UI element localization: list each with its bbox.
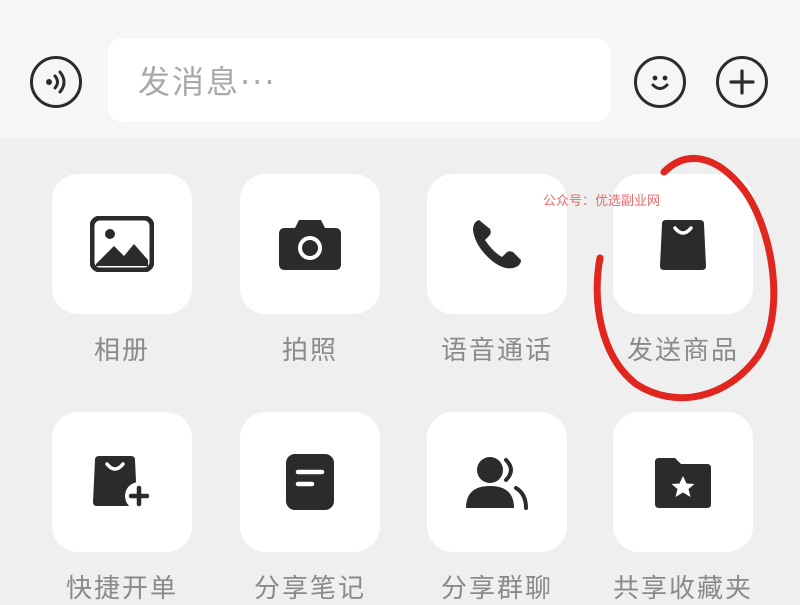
message-input[interactable]: 发消息··· — [108, 38, 610, 122]
message-input-bar: 发消息··· — [0, 0, 800, 138]
action-label: 拍照 — [281, 336, 338, 366]
shared-favorites-button[interactable] — [613, 412, 753, 552]
plus-icon — [729, 69, 755, 95]
action-label: 分享笔记 — [253, 574, 366, 604]
message-input-placeholder: 发消息··· — [138, 63, 277, 101]
photo-album-icon — [90, 216, 154, 272]
shared-folder-icon — [655, 458, 711, 508]
note-icon — [286, 454, 334, 510]
quick-order-button[interactable] — [52, 412, 192, 552]
voice-button[interactable] — [30, 56, 82, 108]
share-note-button[interactable] — [240, 412, 380, 552]
voice-icon — [46, 70, 66, 94]
phone-icon — [473, 220, 521, 269]
action-label: 语音通话 — [440, 336, 553, 366]
emoji-icon — [651, 75, 669, 90]
watermark-text: 公众号：优选副业网 — [543, 194, 661, 209]
share-group-chat-button[interactable] — [427, 412, 567, 552]
action-label: 分享群聊 — [440, 574, 553, 604]
action-label: 发送商品 — [626, 336, 739, 366]
more-button[interactable] — [716, 56, 768, 108]
group-chat-icon — [466, 457, 528, 510]
quick-order-icon — [93, 456, 153, 510]
action-label: 共享收藏夹 — [612, 574, 753, 604]
photo-album-button[interactable] — [52, 174, 192, 314]
camera-button[interactable] — [240, 174, 380, 314]
shopping-bag-icon — [660, 220, 706, 270]
action-label: 相册 — [93, 336, 150, 366]
emoji-button[interactable] — [634, 56, 686, 108]
action-label: 快捷开单 — [65, 574, 178, 604]
camera-icon — [279, 220, 341, 270]
